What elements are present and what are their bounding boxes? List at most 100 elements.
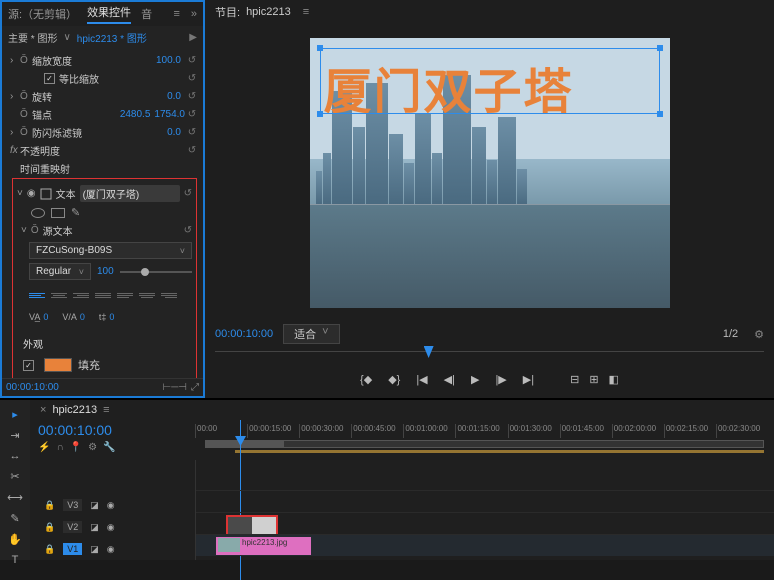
align-center-button[interactable] [51, 288, 67, 302]
timeline-lanes[interactable]: hpic2213.jpg [195, 460, 774, 560]
prop-opacity[interactable]: 不透明度 [20, 143, 185, 158]
hamburger-icon[interactable]: ≡ [173, 8, 180, 20]
align-justify-last-right[interactable] [161, 288, 177, 302]
expand-icon[interactable]: ⤢ [191, 382, 199, 393]
scale-width-value[interactable]: 100.0 [156, 55, 181, 66]
timeline-navigator[interactable] [205, 440, 764, 448]
proportional-checkbox[interactable] [44, 73, 55, 84]
timeline-timecode[interactable]: 00:00:10:00 [38, 422, 187, 438]
leading-field[interactable]: t‡0 [99, 312, 115, 322]
go-to-out-button[interactable]: ▶| [523, 373, 534, 386]
prop-anchor[interactable]: 锚点 [32, 107, 120, 122]
reset-icon[interactable]: ↺ [185, 145, 199, 156]
panel-menu-chevron[interactable]: » [191, 8, 197, 20]
handle-se[interactable] [657, 111, 663, 117]
settings-icon[interactable]: ⚙ [754, 328, 764, 341]
kerning-field[interactable]: V/A0 [62, 312, 85, 322]
step-fwd-button[interactable]: |▶ [495, 373, 506, 386]
reset-icon[interactable]: ↺ [185, 73, 199, 84]
align-justify-button[interactable] [95, 288, 111, 302]
program-scrubber[interactable] [215, 351, 764, 363]
track-header-v2[interactable]: 🔒 V2 ◪ ◉ [30, 516, 195, 538]
mask-ellipse-icon[interactable] [31, 208, 45, 218]
anchor-y[interactable]: 1754.0 [154, 109, 185, 120]
program-tab-seq[interactable]: hpic2213 [246, 6, 291, 18]
export-frame-button[interactable]: ◧ [609, 373, 619, 386]
prop-timeremap[interactable]: 时间重映射 [20, 161, 199, 176]
sequence-link[interactable]: hpic2213 * 图形 [77, 30, 147, 45]
lock-icon[interactable]: 🔒 [44, 522, 55, 533]
text-bounding-box[interactable] [320, 48, 660, 114]
reset-icon[interactable]: ↺ [184, 188, 192, 199]
wrench-icon[interactable]: 🔧 [103, 442, 115, 453]
image-clip[interactable]: hpic2213.jpg [216, 537, 311, 555]
fill-color-swatch[interactable] [44, 358, 72, 372]
ripple-tool[interactable]: ↔ [7, 450, 23, 462]
fill-checkbox[interactable] [23, 360, 34, 371]
tab-effect-controls[interactable]: 效果控件 [87, 4, 131, 24]
prop-scale-width[interactable]: 缩放宽度 [32, 53, 156, 68]
track-v3-label[interactable]: V3 [63, 499, 82, 511]
track-v1-label[interactable]: V1 [63, 543, 82, 555]
hand-tool[interactable]: ✋ [7, 533, 23, 546]
reset-icon[interactable]: ↺ [185, 127, 199, 138]
handle-sw[interactable] [317, 111, 323, 117]
mark-out-button[interactable]: ◆} [388, 373, 400, 386]
source-text-label[interactable]: 源文本 [43, 223, 73, 238]
program-time[interactable]: 00:00:10:00 [215, 328, 273, 340]
mask-rect-icon[interactable] [51, 208, 65, 218]
razor-tool[interactable]: ✂ [7, 470, 23, 483]
align-justify-last-left[interactable] [117, 288, 133, 302]
eye-icon[interactable]: ◉ [107, 522, 115, 533]
slip-tool[interactable]: ⟷ [7, 491, 23, 504]
reset-icon[interactable]: ↺ [185, 91, 199, 102]
rotation-value[interactable]: 0.0 [167, 91, 181, 102]
timeline-tab[interactable]: hpic2213 [52, 404, 97, 416]
eye-icon[interactable]: ◉ [107, 500, 115, 511]
font-weight-dropdown[interactable]: Regular ˅ [29, 263, 91, 280]
handle-nw[interactable] [317, 45, 323, 51]
snap-icon[interactable]: ⚡ [38, 442, 50, 453]
track-select-tool[interactable]: ⇥ [7, 429, 23, 442]
hamburger-icon[interactable]: ≡ [303, 6, 310, 18]
eye-icon[interactable]: ◉ [107, 544, 115, 555]
marker-icon[interactable]: 📍 [70, 442, 82, 453]
settings-icon[interactable]: ⚙ [88, 442, 97, 453]
target-icon[interactable]: ◪ [90, 522, 99, 533]
resolution-display[interactable]: 1/2 [723, 328, 738, 340]
lift-button[interactable]: ⊟ [570, 373, 579, 386]
font-family-dropdown[interactable]: FZCuSong-B09S ˅ [29, 242, 192, 259]
reset-icon[interactable]: ↺ [185, 55, 199, 66]
extract-button[interactable]: ⊞ [589, 373, 598, 386]
handle-ne[interactable] [657, 45, 663, 51]
target-icon[interactable]: ◪ [90, 544, 99, 555]
text-clip-name[interactable]: (厦门双子塔) [80, 185, 180, 202]
prop-antiflicker[interactable]: 防闪烁滤镜 [32, 125, 167, 140]
link-icon[interactable]: ∩ [56, 442, 63, 453]
font-size-slider[interactable] [120, 271, 192, 273]
selection-tool[interactable]: ▸ [7, 408, 23, 421]
playhead-icon[interactable] [424, 346, 434, 358]
tab-audio[interactable]: 音 [141, 6, 152, 22]
align-justify-last-center[interactable] [139, 288, 155, 302]
antiflicker-value[interactable]: 0.0 [167, 127, 181, 138]
track-header-v3[interactable]: 🔒 V3 ◪ ◉ [30, 494, 195, 516]
anchor-x[interactable]: 2480.5 [120, 109, 151, 120]
font-size-value[interactable]: 100 [97, 266, 114, 277]
tab-source[interactable]: 源:（无剪辑） [8, 6, 77, 22]
track-v2-label[interactable]: V2 [63, 521, 82, 533]
panel-time[interactable]: 00:00:10:00 [6, 382, 59, 393]
play-button[interactable]: ▶ [471, 373, 479, 386]
program-preview[interactable]: 厦门双子塔 [310, 38, 670, 308]
type-tool[interactable]: T [7, 554, 23, 566]
go-to-in-button[interactable]: |◀ [416, 373, 427, 386]
mark-in-button[interactable]: {◆ [360, 373, 372, 386]
lock-icon[interactable]: 🔒 [44, 544, 55, 555]
reset-icon[interactable]: ↺ [184, 225, 192, 236]
lock-icon[interactable]: 🔒 [44, 500, 55, 511]
target-icon[interactable]: ◪ [90, 500, 99, 511]
time-ruler[interactable]: 00:0000:00:15:0000:00:30:00 00:00:45:000… [195, 424, 768, 438]
tracking-field[interactable]: VA̲0 [29, 312, 48, 322]
mask-pen-icon[interactable]: ✎ [71, 206, 80, 219]
eye-icon[interactable]: ◉ [27, 188, 36, 199]
